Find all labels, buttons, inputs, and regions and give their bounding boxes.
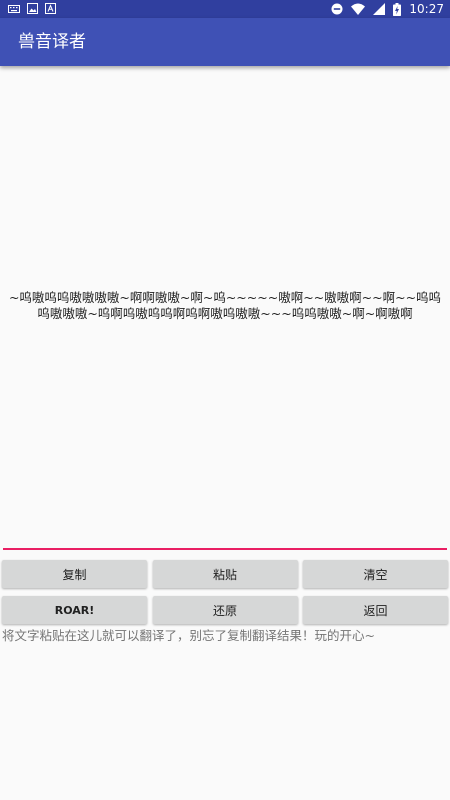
wifi-icon [351,3,366,15]
hint-text: 将文字粘贴在这儿就可以翻译了，别忘了复制翻译结果！玩的开心~ [2,628,375,643]
text-a-icon [45,3,56,14]
status-time: 10:27 [409,2,444,16]
button-row-top: 复制 粘贴 清空 [2,560,448,588]
translation-output-text[interactable]: ~呜嗷呜呜嗷嗷嗷嗷~啊啊嗷嗷~啊~呜~~~~~嗷啊~~嗷嗷啊~~啊~~呜呜呜嗷嗷… [5,290,445,322]
copy-button[interactable]: 复制 [2,560,147,588]
roar-button[interactable]: ROAR! [2,596,147,624]
back-button[interactable]: 返回 [303,596,448,624]
status-system: 10:27 [331,1,444,17]
paste-button[interactable]: 粘贴 [152,560,298,588]
restore-button[interactable]: 还原 [152,596,298,624]
clear-button[interactable]: 清空 [303,560,448,588]
image-icon [27,3,38,14]
status-notifications [8,3,56,14]
app-title: 兽音译者 [18,32,86,52]
battery-charging-icon [393,2,402,16]
input-underline[interactable] [3,548,447,550]
button-row-bottom: ROAR! 还原 返回 [2,596,448,624]
status-bar: 10:27 [0,0,450,18]
do-not-disturb-icon [331,3,343,15]
output-area[interactable]: ~呜嗷呜呜嗷嗷嗷嗷~啊啊嗷嗷~啊~呜~~~~~嗷啊~~嗷嗷啊~~啊~~呜呜呜嗷嗷… [0,66,450,546]
signal-icon [373,3,386,15]
app-bar: 兽音译者 [0,18,450,66]
keyboard-icon [8,4,20,14]
